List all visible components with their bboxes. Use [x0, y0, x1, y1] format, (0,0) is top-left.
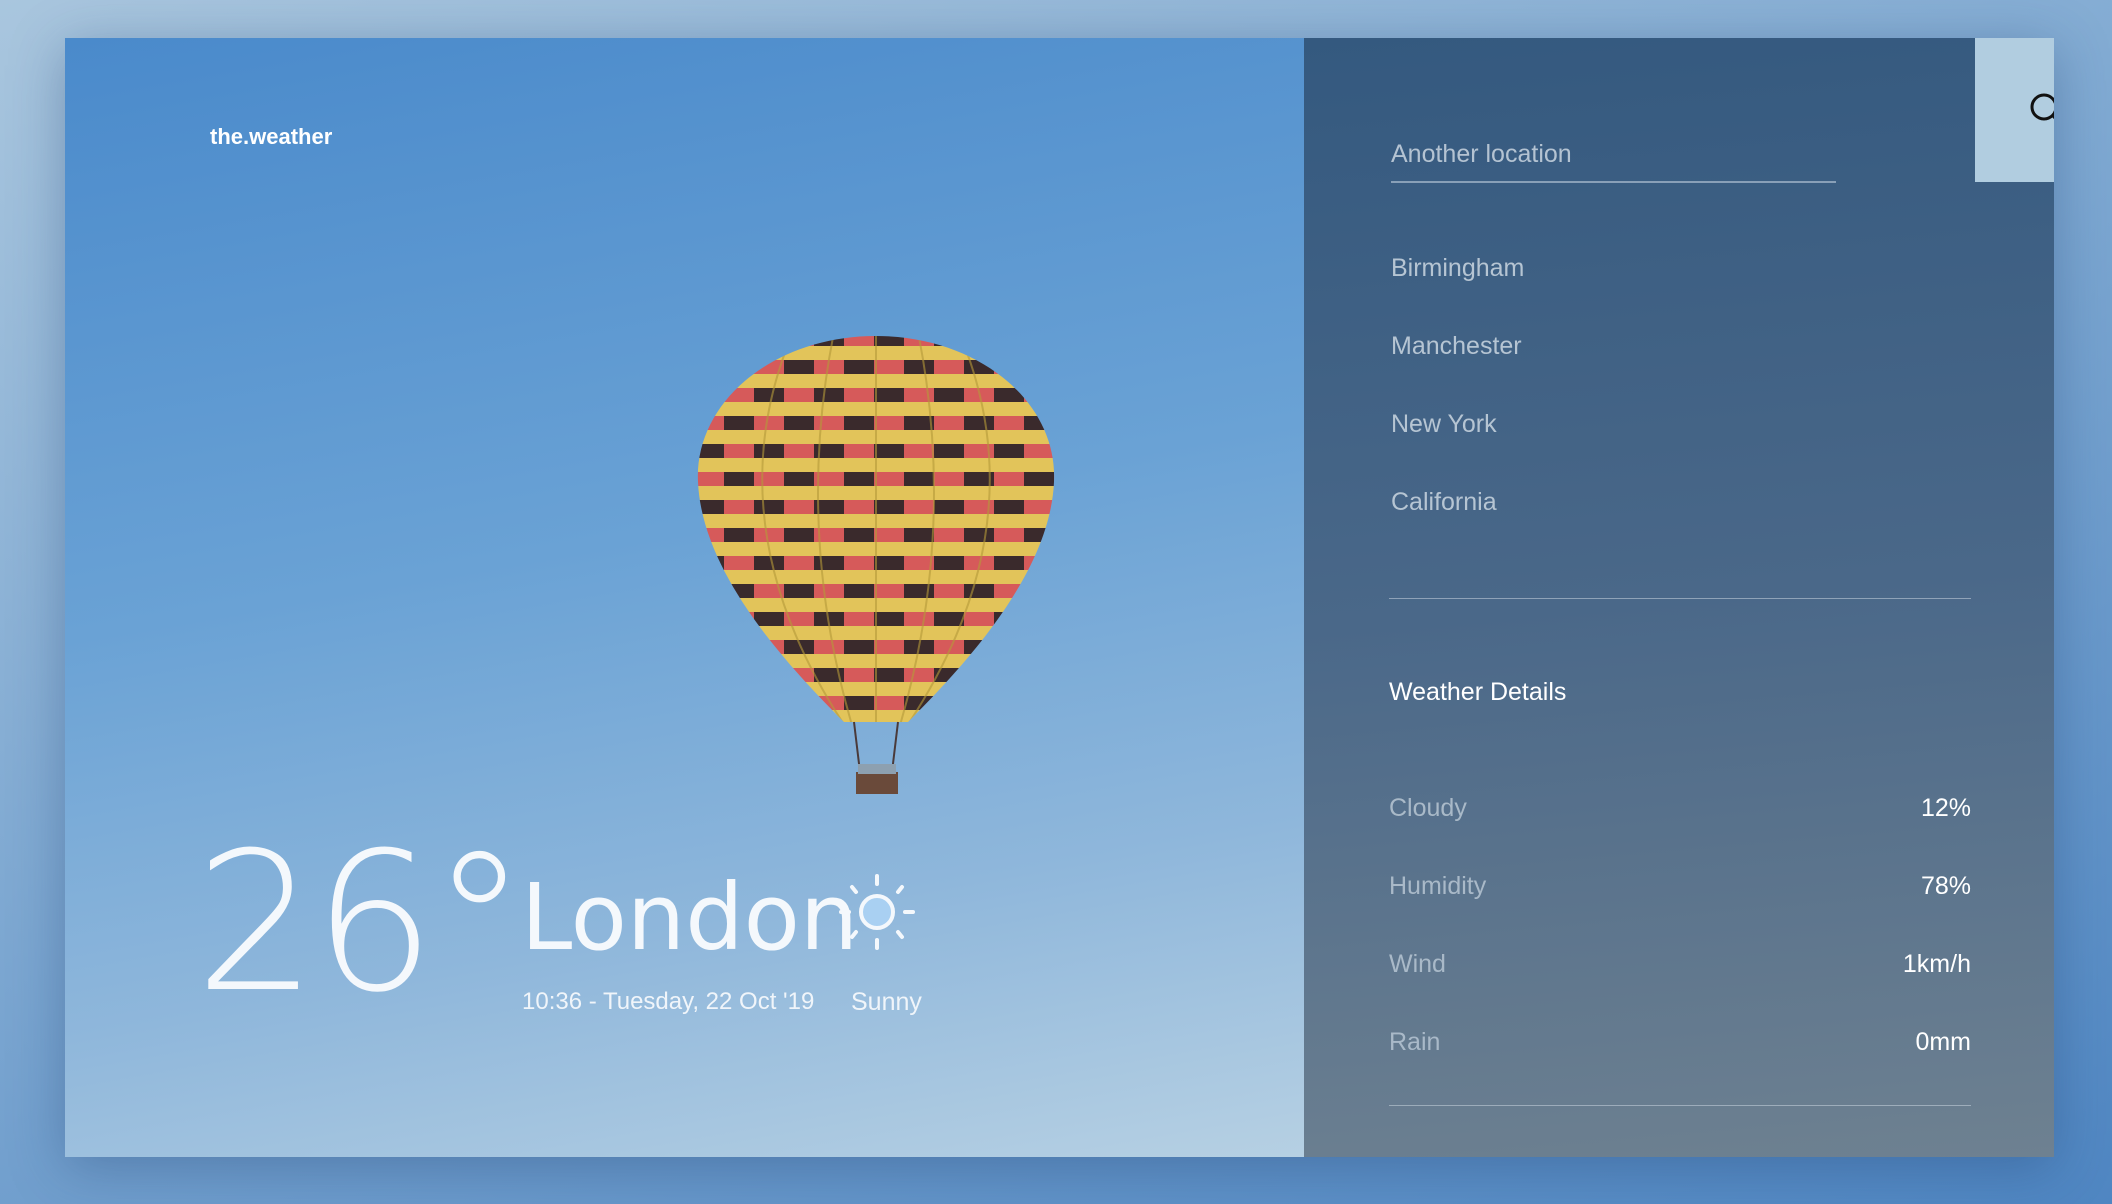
detail-value: 78% — [1920, 872, 1971, 900]
divider — [1389, 598, 1971, 599]
detail-row-cloudy: Cloudy 12% — [1389, 794, 1971, 823]
detail-label: Wind — [1389, 950, 1446, 978]
sun-icon — [839, 874, 915, 950]
divider — [1389, 1105, 1971, 1106]
weather-details-title: Weather Details — [1389, 678, 1567, 706]
search-icon — [2030, 93, 2054, 121]
brand-logo[interactable]: the.weather — [210, 124, 332, 150]
location-item-birmingham[interactable]: Birmingham — [1391, 254, 1524, 283]
detail-row-rain: Rain 0mm — [1389, 1028, 1971, 1057]
hero-panel: the.weather 26° London 10:36 - Tuesday, … — [65, 38, 1304, 1157]
condition-label: Sunny — [851, 988, 922, 1016]
detail-value: 0mm — [1915, 1028, 1971, 1056]
weather-app: the.weather 26° London 10:36 - Tuesday, … — [65, 38, 2054, 1157]
detail-label: Rain — [1389, 1028, 1441, 1056]
search-button[interactable] — [1975, 38, 2054, 182]
location-item-new-york[interactable]: New York — [1391, 410, 1497, 439]
city-name: London — [521, 864, 859, 971]
detail-label: Humidity — [1389, 872, 1487, 900]
hot-air-balloon-image — [697, 336, 1055, 794]
location-item-california[interactable]: California — [1391, 488, 1497, 517]
date-time: 10:36 - Tuesday, 22 Oct '19 — [522, 988, 815, 1015]
temperature: 26° — [195, 812, 527, 1035]
detail-value: 1km/h — [1902, 950, 1971, 978]
detail-row-humidity: Humidity 78% — [1389, 872, 1971, 901]
location-item-manchester[interactable]: Manchester — [1391, 332, 1522, 361]
sidebar-panel: Birmingham Manchester New York Californi… — [1304, 38, 2054, 1157]
location-search-input[interactable] — [1391, 128, 1836, 183]
detail-value: 12% — [1920, 794, 1971, 822]
detail-label: Cloudy — [1389, 794, 1467, 822]
detail-row-wind: Wind 1km/h — [1389, 950, 1971, 979]
